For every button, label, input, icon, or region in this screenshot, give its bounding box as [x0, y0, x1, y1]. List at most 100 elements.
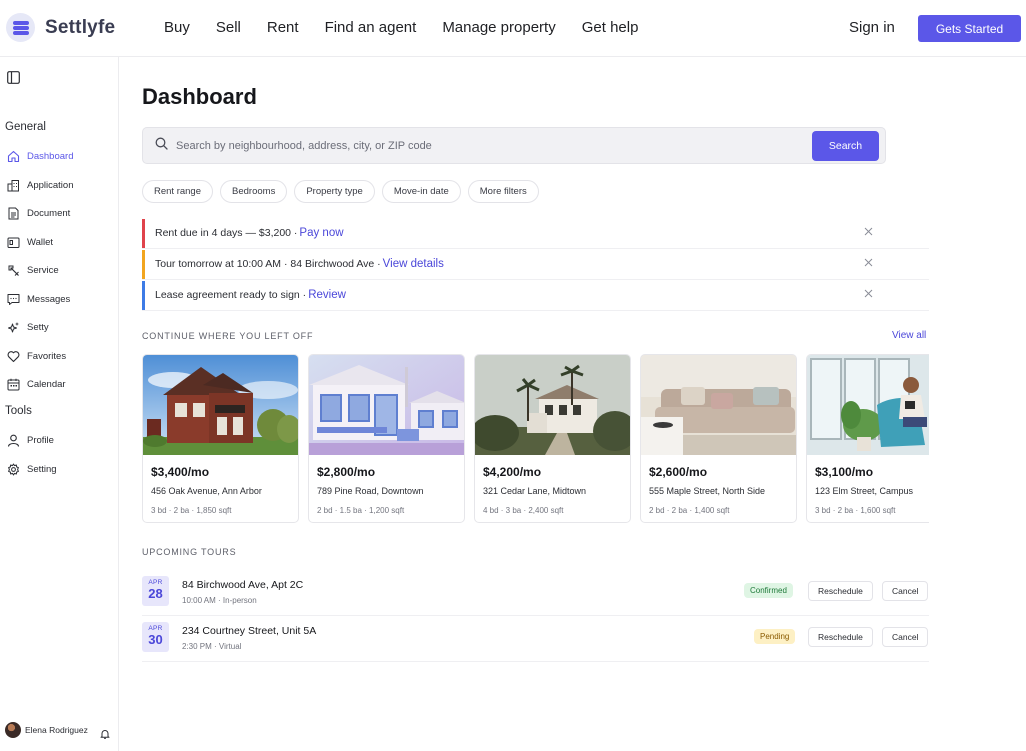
close-icon[interactable]	[864, 258, 873, 270]
sidebar-item-favorites[interactable]: Favorites	[6, 348, 66, 364]
close-icon[interactable]	[864, 289, 873, 301]
listing-price: $4,200/mo	[483, 465, 542, 479]
tour-time: 2:30 PM · Virtual	[182, 642, 242, 651]
sidebar-toggle-icon[interactable]	[7, 71, 20, 89]
view-details-link[interactable]: View details	[383, 258, 444, 270]
nav-sell[interactable]: Sell	[216, 19, 241, 36]
sign-in-link[interactable]: Sign in	[849, 19, 895, 36]
sidebar-item-label: Setting	[27, 463, 57, 475]
alert-text: Rent due in 4 days — $3,200 ·	[155, 227, 298, 239]
sidebar-item-label: Document	[27, 207, 71, 219]
reschedule-button[interactable]: Reschedule	[808, 627, 873, 647]
listing-meta: 2 bd · 1.5 ba · 1,200 sqft	[317, 506, 405, 515]
search-input[interactable]	[176, 139, 796, 152]
sidebar-item-service[interactable]: Service	[6, 262, 59, 278]
date-day: 30	[148, 632, 163, 647]
home-icon	[6, 149, 20, 163]
status-badge: Pending	[754, 629, 796, 644]
tour-row: APR 28 84 Birchwood Ave, Apt 2C 10:00 AM…	[142, 570, 929, 616]
listing-card[interactable]: $4,200/mo 321 Cedar Lane, Midtown 4 bd ·…	[474, 354, 631, 523]
status-badge: Confirmed	[744, 583, 793, 598]
sidebar-item-label: Setty	[27, 321, 49, 333]
listing-address: 456 Oak Avenue, Ann Arbor	[151, 486, 262, 496]
alert-color-bar	[142, 250, 145, 279]
sparkle-icon	[6, 320, 20, 334]
listing-card[interactable]: $2,800/mo 789 Pine Road, Downtown 2 bd ·…	[308, 354, 465, 523]
filter-bedrooms[interactable]: Bedrooms	[220, 180, 288, 203]
sidebar: General Dashboard Application Document W…	[0, 57, 119, 751]
get-started-button[interactable]: Gets Started	[918, 15, 1021, 42]
listing-photo	[475, 355, 630, 455]
alerts-list: Rent due in 4 days — $3,200 · Pay now To…	[142, 218, 929, 311]
filter-rent-range[interactable]: Rent range	[142, 180, 214, 203]
bell-icon[interactable]	[100, 726, 110, 744]
sidebar-item-document[interactable]: Document	[6, 205, 70, 221]
date-badge: APR 28	[142, 576, 169, 606]
alert-color-bar	[142, 219, 145, 248]
search-button[interactable]: Search	[812, 131, 879, 161]
brand-logo-icon	[6, 13, 35, 42]
gear-icon	[6, 462, 20, 476]
building-icon	[6, 178, 20, 192]
avatar	[5, 722, 21, 738]
listing-address: 555 Maple Street, North Side	[649, 486, 766, 496]
filter-chips: Rent range Bedrooms Property type Move-i…	[142, 180, 546, 203]
sidebar-item-messages[interactable]: Messages	[6, 291, 70, 307]
tours-list: APR 28 84 Birchwood Ave, Apt 2C 10:00 AM…	[142, 570, 929, 662]
tour-row: APR 30 234 Courtney Street, Unit 5A 2:30…	[142, 616, 929, 662]
filter-more[interactable]: More filters	[467, 180, 539, 203]
nav-buy[interactable]: Buy	[164, 19, 190, 36]
cancel-button[interactable]: Cancel	[882, 627, 929, 647]
sidebar-item-dashboard[interactable]: Dashboard	[6, 148, 73, 164]
listing-card[interactable]: $3,400/mo 456 Oak Avenue, Ann Arbor 3 bd…	[142, 354, 299, 523]
sidebar-item-setty[interactable]: Setty	[6, 319, 49, 335]
listing-photo	[641, 355, 796, 455]
listing-price: $2,600/mo	[649, 465, 708, 479]
nav-manage-property[interactable]: Manage property	[442, 19, 555, 36]
tour-time: 10:00 AM · In-person	[182, 596, 257, 605]
sidebar-item-label: Messages	[27, 293, 71, 305]
alert-tour-tomorrow: Tour tomorrow at 10:00 AM · 84 Birchwood…	[142, 249, 929, 280]
user-profile[interactable]: Elena Rodriguez	[5, 722, 88, 738]
nav-get-help[interactable]: Get help	[582, 19, 639, 36]
sidebar-item-label: Application	[27, 179, 74, 191]
brand[interactable]: Settlyfe	[6, 13, 115, 42]
nav-find-agent[interactable]: Find an agent	[325, 19, 417, 36]
continue-section-label: CONTINUE WHERE YOU LEFT OFF	[142, 331, 314, 341]
cancel-button[interactable]: Cancel	[882, 581, 929, 601]
listing-meta: 4 bd · 3 ba · 2,400 sqft	[483, 506, 564, 515]
messages-icon	[6, 292, 20, 306]
listing-address: 789 Pine Road, Downtown	[317, 486, 424, 496]
filter-property-type[interactable]: Property type	[294, 180, 375, 203]
reschedule-button[interactable]: Reschedule	[808, 581, 873, 601]
sidebar-item-profile[interactable]: Profile	[6, 432, 54, 448]
date-badge: APR 30	[142, 622, 169, 652]
sidebar-item-application[interactable]: Application	[6, 177, 73, 193]
document-icon	[6, 206, 20, 220]
top-navigation: Settlyfe Buy Sell Rent Find an agent Man…	[0, 0, 1026, 57]
listing-price: $3,400/mo	[151, 465, 210, 479]
listing-photo	[143, 355, 298, 455]
alert-color-bar	[142, 281, 145, 310]
date-month: APR	[148, 579, 163, 586]
close-icon[interactable]	[864, 227, 873, 239]
sidebar-item-wallet[interactable]: Wallet	[6, 234, 53, 250]
sidebar-item-label: Favorites	[27, 350, 67, 362]
sidebar-item-calendar[interactable]: Calendar	[6, 376, 66, 392]
alert-lease-ready: Lease agreement ready to sign · Review	[142, 280, 929, 311]
date-day: 28	[148, 586, 163, 601]
listing-card[interactable]: $2,600/mo 555 Maple Street, North Side 2…	[640, 354, 797, 523]
view-all-link[interactable]: View all	[892, 330, 926, 341]
sidebar-item-setting[interactable]: Setting	[6, 461, 57, 477]
sidebar-section-general: General	[5, 121, 46, 133]
user-name: Elena Rodriguez	[25, 725, 88, 735]
filter-move-in-date[interactable]: Move-in date	[381, 180, 461, 203]
pay-now-link[interactable]: Pay now	[299, 227, 343, 239]
listing-carousel: $3,400/mo 456 Oak Avenue, Ann Arbor 3 bd…	[142, 354, 929, 524]
date-month: APR	[148, 625, 163, 632]
sidebar-section-tools: Tools	[5, 405, 32, 417]
nav-rent[interactable]: Rent	[267, 19, 299, 36]
listing-card[interactable]: $3,100/mo 123 Elm Street, Campus 3 bd · …	[806, 354, 929, 523]
review-link[interactable]: Review	[308, 289, 346, 301]
alert-text: Tour tomorrow at 10:00 AM · 84 Birchwood…	[155, 258, 381, 270]
